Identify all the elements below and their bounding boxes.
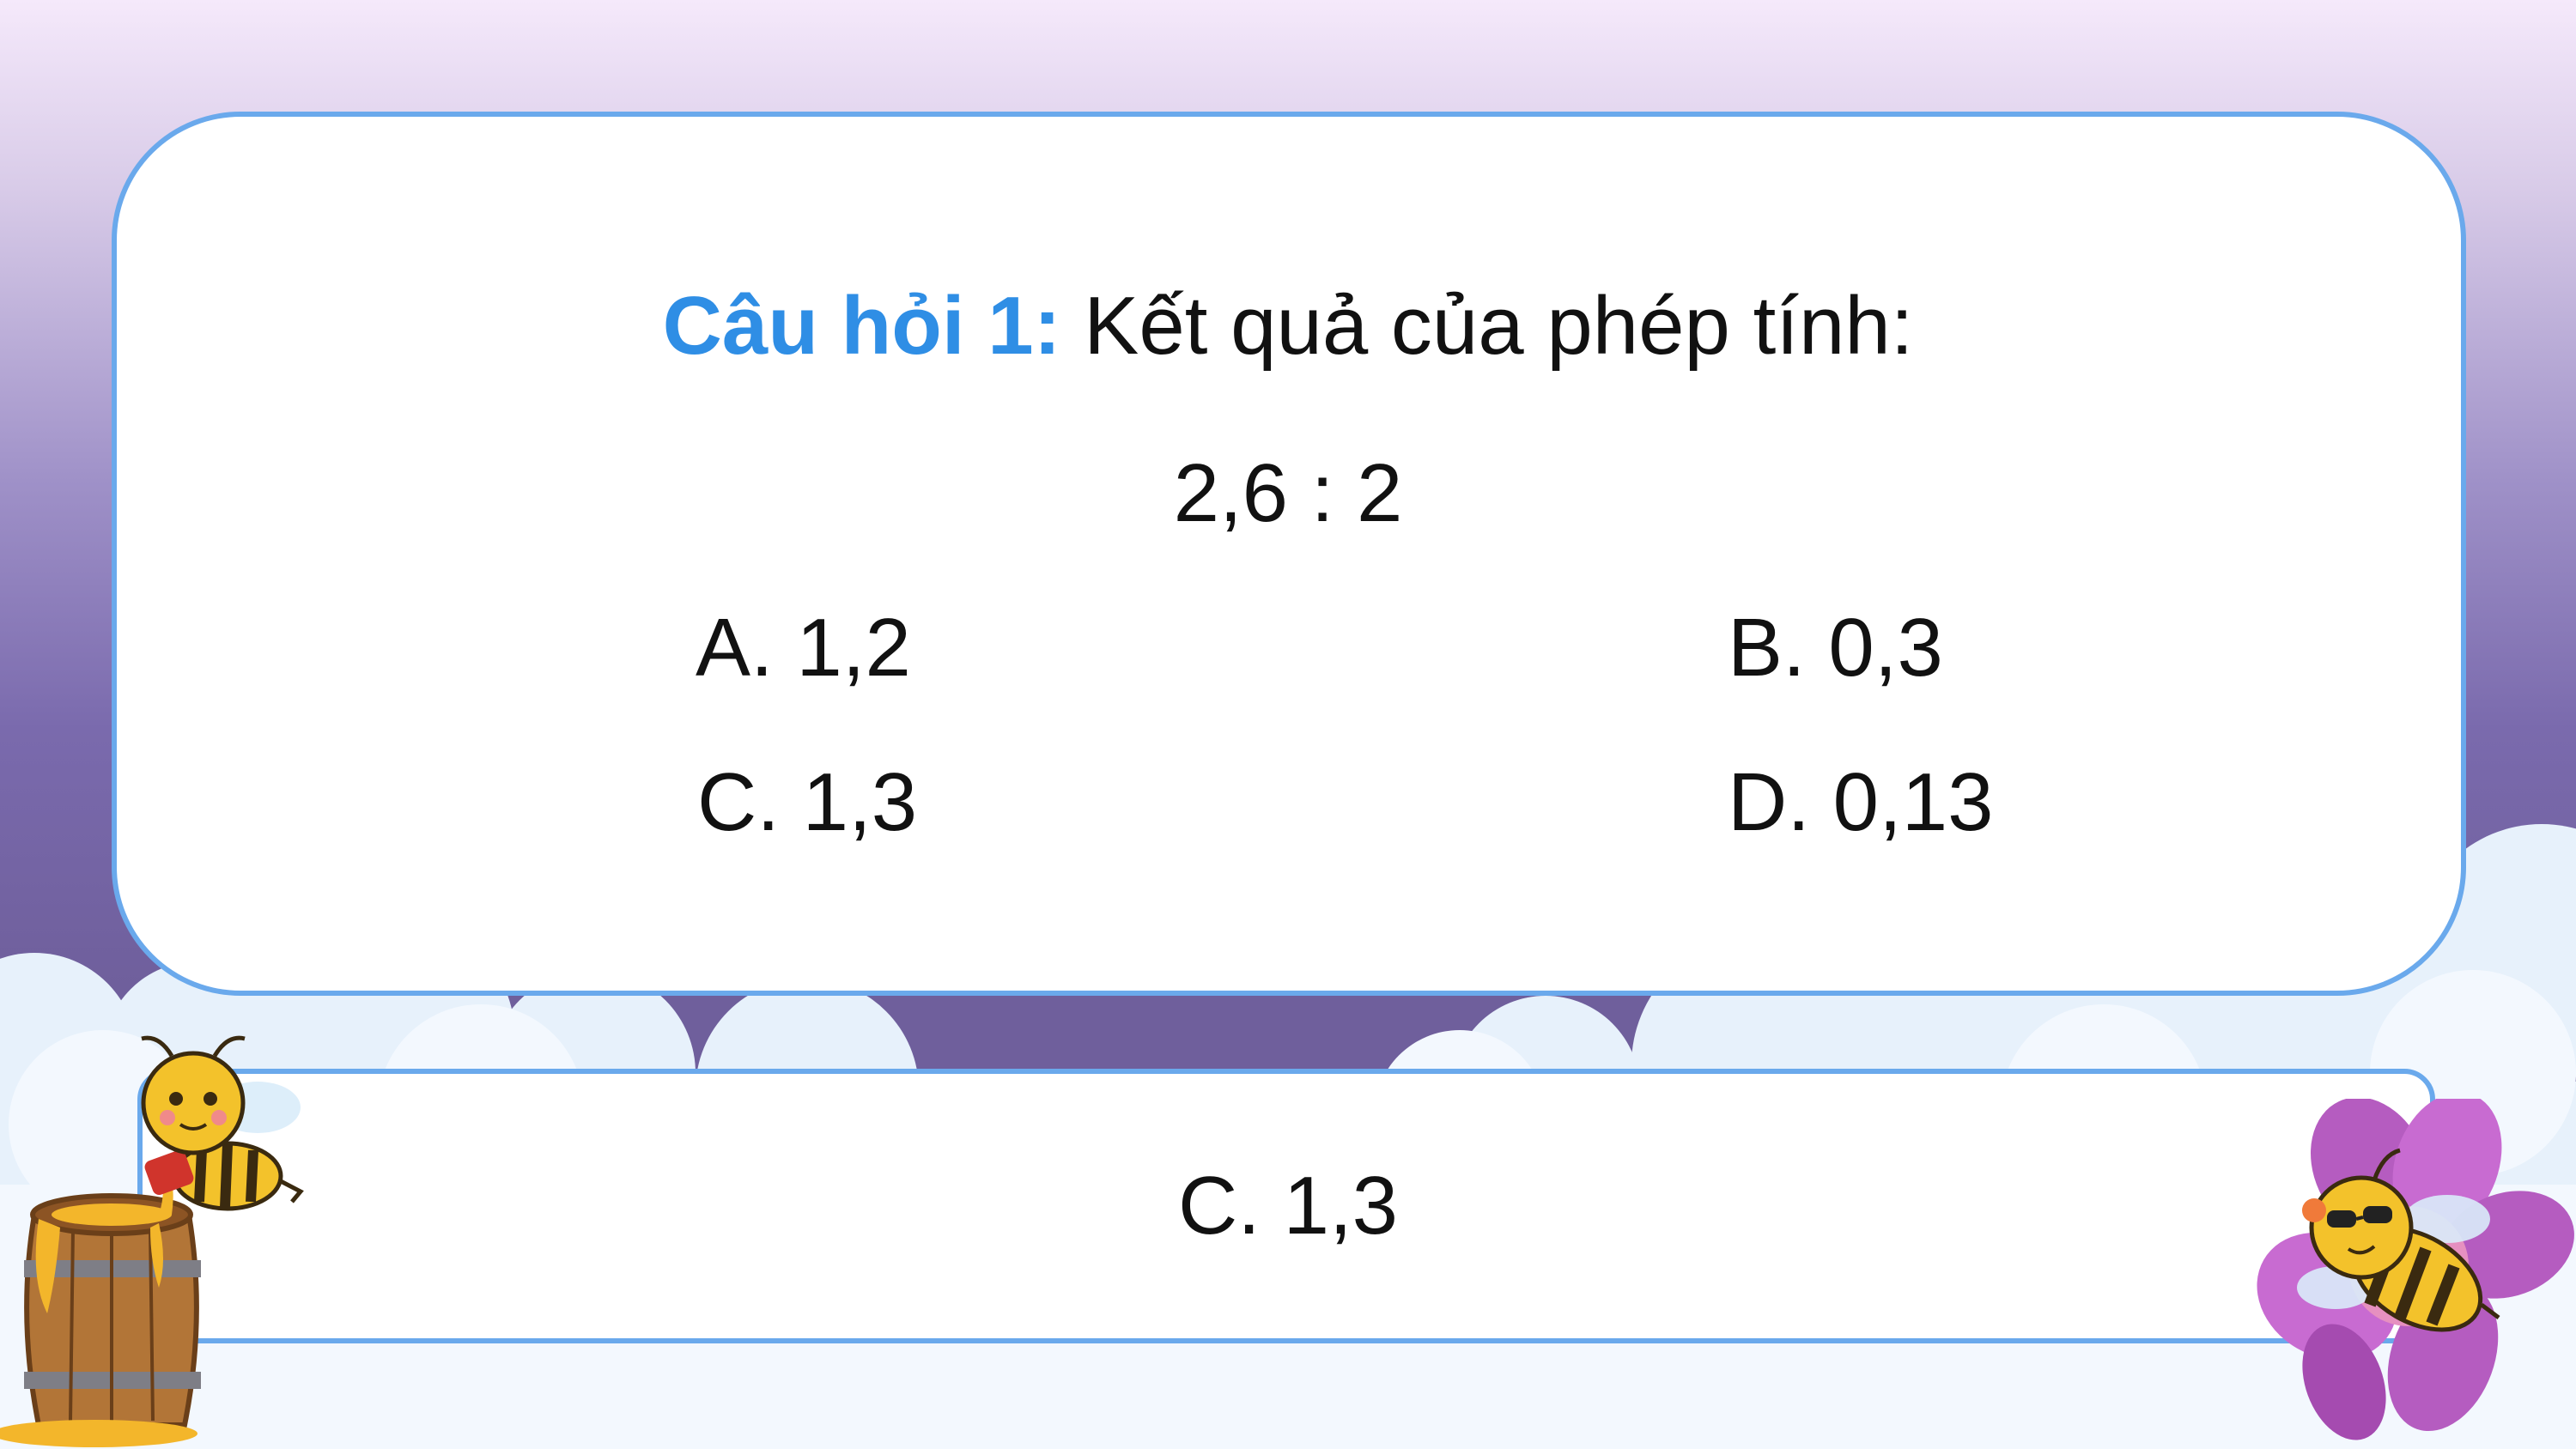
question-panel	[112, 112, 2466, 996]
question-expression: 2,6 : 2	[1173, 447, 1403, 539]
question-label: Câu hỏi 1:	[662, 280, 1061, 372]
option-c[interactable]: C. 1,3	[697, 755, 917, 850]
right-decoration	[2257, 1099, 2574, 1440]
question-text: Kết quả của phép tính:	[1060, 280, 1914, 372]
bee-icon	[141, 1035, 304, 1211]
option-a[interactable]: A. 1,2	[696, 601, 911, 695]
option-d[interactable]: D. 0,13	[1728, 755, 1994, 850]
left-decoration	[0, 1035, 304, 1447]
question-title: Câu hỏi 1: Kết quả của phép tính:	[0, 279, 2576, 373]
honey-barrel-icon	[0, 1159, 201, 1447]
answer-text: C. 1,3	[1177, 1160, 1399, 1252]
option-b[interactable]: B. 0,3	[1728, 601, 1943, 695]
